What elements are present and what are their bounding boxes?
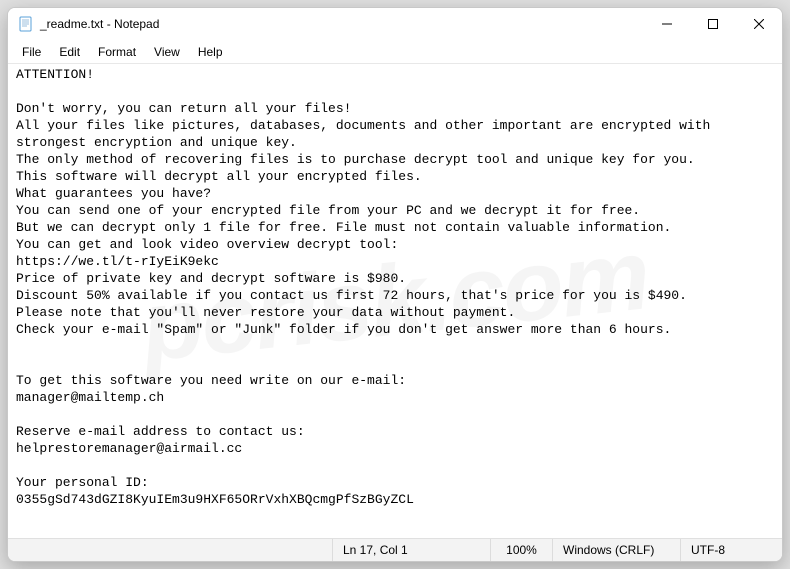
status-cursor-position: Ln 17, Col 1 <box>332 539 490 561</box>
status-zoom: 100% <box>490 539 552 561</box>
document-text: ATTENTION! Don't worry, you can return a… <box>16 67 718 507</box>
titlebar[interactable]: _readme.txt - Notepad <box>8 8 782 40</box>
menubar: File Edit Format View Help <box>8 40 782 64</box>
menu-edit[interactable]: Edit <box>51 42 88 62</box>
menu-view[interactable]: View <box>146 42 188 62</box>
text-editor-area[interactable]: ATTENTION! Don't worry, you can return a… <box>8 64 782 538</box>
minimize-button[interactable] <box>644 8 690 39</box>
menu-file[interactable]: File <box>14 42 49 62</box>
statusbar: Ln 17, Col 1 100% Windows (CRLF) UTF-8 <box>8 538 782 561</box>
menu-format[interactable]: Format <box>90 42 144 62</box>
window-title: _readme.txt - Notepad <box>40 17 159 31</box>
notepad-window: _readme.txt - Notepad File Edit Format V… <box>7 7 783 562</box>
status-line-ending: Windows (CRLF) <box>552 539 680 561</box>
window-controls <box>644 8 782 39</box>
notepad-app-icon <box>18 16 34 32</box>
status-spacer <box>8 539 332 561</box>
status-encoding: UTF-8 <box>680 539 782 561</box>
menu-help[interactable]: Help <box>190 42 231 62</box>
close-button[interactable] <box>736 8 782 39</box>
maximize-button[interactable] <box>690 8 736 39</box>
